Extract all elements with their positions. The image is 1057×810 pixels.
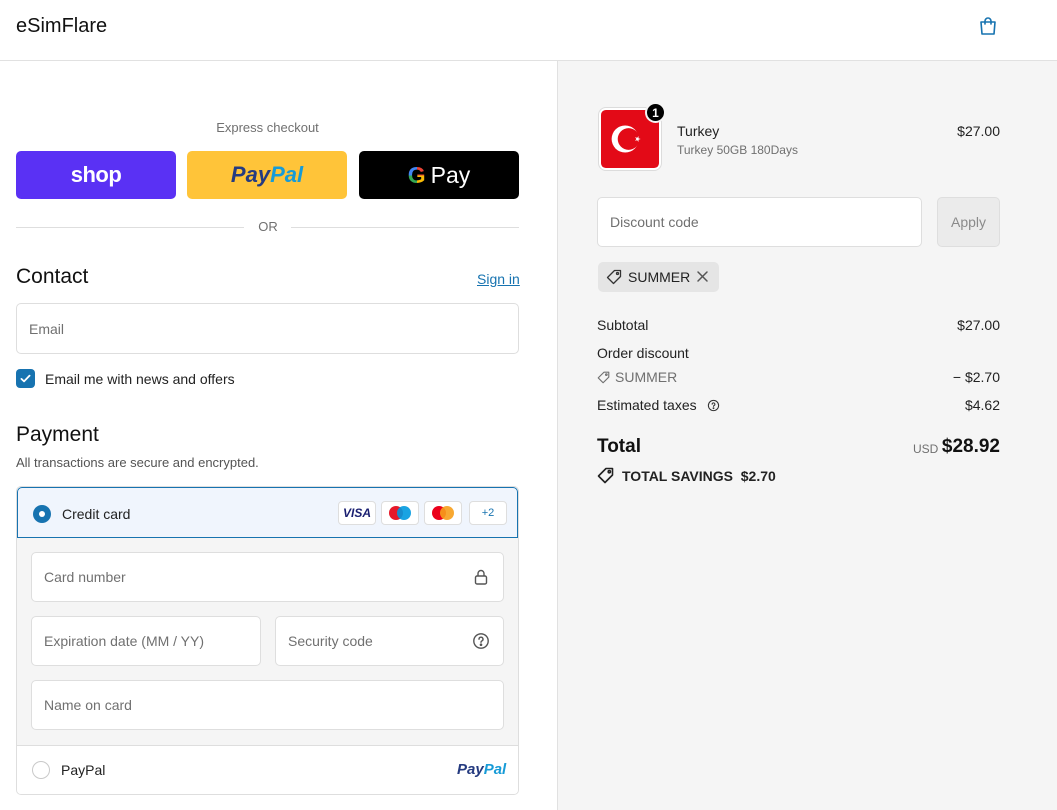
total-label: Total	[597, 436, 641, 457]
contact-heading: Contact	[16, 265, 89, 288]
credit-card-label: Credit card	[62, 506, 131, 522]
header: eSimFlare	[0, 0, 1057, 61]
paypal-logo-part2: Pal	[270, 162, 304, 187]
savings-tag-icon	[597, 467, 614, 484]
name-on-card-field[interactable]	[31, 680, 504, 730]
product-price: $27.00	[957, 123, 1000, 139]
tag-icon	[597, 371, 610, 384]
shopping-bag-icon[interactable]	[976, 14, 1000, 38]
shop-pay-logo: shop	[70, 162, 122, 187]
product-variant: Turkey 50GB 180Days	[677, 143, 798, 157]
email-input[interactable]	[17, 304, 518, 353]
mastercard-icon	[424, 501, 462, 525]
tag-icon	[606, 269, 622, 285]
credit-card-form	[17, 538, 518, 745]
paypal-express-button[interactable]: Pay Pal	[187, 151, 347, 199]
expiration-input[interactable]	[32, 617, 260, 665]
order-discount-label: Order discount	[597, 345, 689, 361]
visa-icon: VISA	[338, 501, 376, 525]
google-pay-button[interactable]: G Pay	[359, 151, 519, 199]
sign-in-link[interactable]: Sign in	[477, 271, 520, 287]
quantity-badge: 1	[645, 102, 666, 123]
divider	[16, 227, 244, 228]
discount-code-row: SUMMER	[597, 369, 677, 385]
subtotal-label: Subtotal	[597, 317, 649, 333]
google-pay-label: Pay	[430, 161, 471, 188]
card-number-input[interactable]	[32, 553, 503, 601]
paypal-logo: PayPal	[457, 761, 507, 778]
checkmark-icon	[20, 374, 31, 383]
credit-card-option[interactable]: Credit card VISA +2	[17, 487, 518, 538]
divider	[291, 227, 519, 228]
shop-pay-button[interactable]: shop	[16, 151, 176, 199]
payment-methods: Credit card VISA +2 Card number Expirati…	[16, 486, 519, 795]
apply-button[interactable]: Apply	[937, 197, 1000, 247]
paypal-label: PayPal	[61, 762, 106, 778]
paypal-logo-part1: Pay	[230, 162, 271, 187]
currency-code: USD	[913, 442, 939, 456]
checkout-form: Express checkout shop Pay Pal G Pay OR Con…	[0, 61, 557, 810]
total-savings: TOTAL SAVINGS $2.70	[597, 467, 776, 484]
payment-heading: Payment	[16, 423, 99, 446]
applied-discount-chip: SUMMER	[598, 262, 719, 292]
brand-logo[interactable]: eSimFlare	[16, 15, 107, 38]
name-on-card-input[interactable]	[32, 681, 503, 729]
security-code-input[interactable]	[276, 617, 503, 665]
product-name: Turkey	[677, 123, 720, 139]
total-value: $28.92	[941, 436, 1000, 457]
maestro-icon	[381, 501, 419, 525]
express-checkout-label: Express checkout	[216, 120, 319, 135]
order-summary: 1 Turkey Turkey 50GB 180Days $27.00 Appl…	[557, 61, 1057, 810]
payment-subtitle: All transactions are secure and encrypte…	[16, 455, 259, 470]
subtotal-value: $27.00	[957, 317, 1000, 333]
newsletter-label[interactable]: Email me with news and offers	[45, 371, 235, 387]
discount-amount: − $2.70	[952, 369, 1000, 385]
help-icon[interactable]	[472, 632, 490, 650]
email-field[interactable]	[16, 303, 519, 354]
lock-icon	[472, 568, 490, 586]
taxes-label: Estimated taxes	[597, 397, 697, 413]
paypal-option[interactable]: PayPal PayPal	[17, 745, 518, 794]
security-code-field[interactable]	[275, 616, 504, 666]
or-separator: OR	[258, 219, 278, 234]
estimated-taxes-row: Estimated taxes	[597, 397, 725, 413]
discount-code-input[interactable]	[598, 198, 921, 246]
expiration-field[interactable]	[31, 616, 261, 666]
help-icon[interactable]	[707, 399, 720, 412]
remove-discount-icon[interactable]	[696, 270, 709, 283]
discount-code-field[interactable]	[597, 197, 922, 247]
credit-card-radio[interactable]	[33, 505, 51, 523]
discount-code-label: SUMMER	[615, 369, 678, 385]
taxes-value: $4.62	[964, 397, 1000, 413]
more-card-brands: +2	[469, 501, 507, 525]
paypal-radio[interactable]	[32, 761, 50, 779]
applied-code-label: SUMMER	[628, 269, 691, 285]
google-g-icon: G	[407, 161, 426, 188]
card-number-field[interactable]	[31, 552, 504, 602]
newsletter-checkbox[interactable]	[16, 369, 35, 388]
total-savings-text: TOTAL SAVINGS $2.70	[622, 467, 776, 484]
